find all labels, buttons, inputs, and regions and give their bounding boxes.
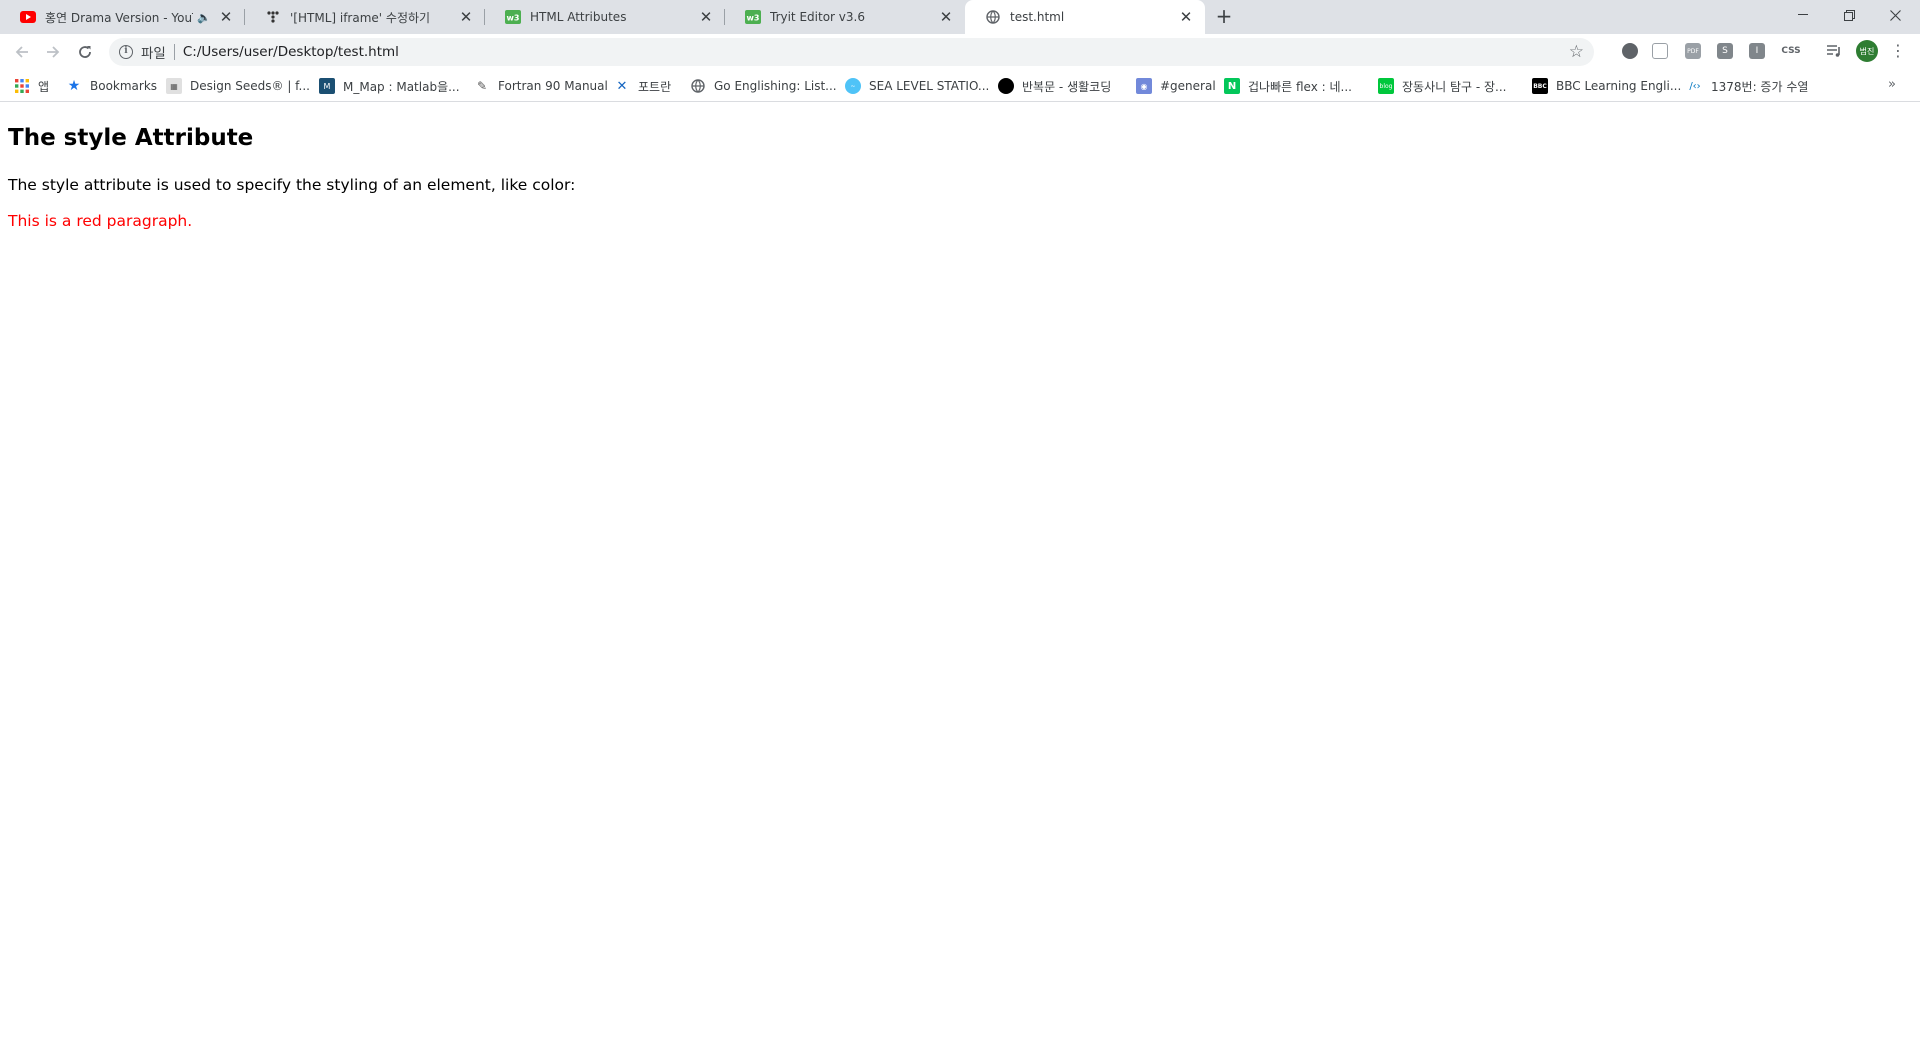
bookmark-label: Design Seeds® | f... xyxy=(190,79,310,93)
url-text[interactable]: C:/Users/user/Desktop/test.html xyxy=(183,44,399,60)
back-icon[interactable] xyxy=(10,40,34,64)
tab-title: test.html xyxy=(1010,10,1065,24)
tab-strip: 홍연 Drama Version - YouTube 🔈 ✕ '[HTML] i… xyxy=(0,0,1920,34)
bookmark-label: M_Map : Matlab을... xyxy=(343,79,460,94)
bookmark-bookmarks[interactable]: ★ Bookmarks xyxy=(66,77,157,95)
w3schools-icon: w3 xyxy=(505,9,521,25)
bookmark-label: 1378번: 증가 수열 xyxy=(1711,79,1809,94)
bookmark-star-icon[interactable]: ☆ xyxy=(1569,42,1584,62)
bookmark-sea-level[interactable]: ~ SEA LEVEL STATIO... xyxy=(845,77,989,95)
new-tab-button[interactable]: + xyxy=(1212,6,1236,28)
bookmark-label: Go Englishing: List... xyxy=(714,79,837,93)
bookmark-opentutorials[interactable]: 반복문 - 생활코딩 xyxy=(998,77,1111,95)
svg-text:w3: w3 xyxy=(747,14,760,23)
forward-icon[interactable] xyxy=(41,40,65,64)
i-extension-icon[interactable]: I xyxy=(1749,43,1765,59)
tab-test-html-active[interactable]: test.html ✕ xyxy=(965,0,1205,34)
bookmark-design-seeds[interactable]: ▦ Design Seeds® | f... xyxy=(166,77,310,95)
bookmark-label: 앱 xyxy=(38,79,50,94)
blog-icon: blog xyxy=(1378,78,1394,94)
tab-youtube[interactable]: 홍연 Drama Version - YouTube 🔈 ✕ xyxy=(0,0,245,34)
bookmark-fortran-manual[interactable]: ✎ Fortran 90 Manual xyxy=(474,77,608,95)
bookmark-discord-general[interactable]: ◉ #general xyxy=(1136,77,1216,95)
pencil-icon: ✎ xyxy=(476,79,488,93)
page-heading: The style Attribute xyxy=(8,125,254,151)
restore-icon[interactable] xyxy=(1826,0,1872,30)
bookmarks-bar: 앱 ★ Bookmarks ▦ Design Seeds® | f... M M… xyxy=(0,70,1920,102)
mmap-icon: M xyxy=(319,78,335,94)
bookmark-fortran[interactable]: ✕ 포트란 xyxy=(614,77,672,95)
bookmark-go-englishing[interactable]: Go Englishing: List... xyxy=(690,77,837,95)
fortran-icon: ✕ xyxy=(616,78,628,94)
bookmark-blog[interactable]: blog 장동사니 탐구 - 장... xyxy=(1378,77,1507,95)
bookmark-label: 겁나빠른 flex : 네... xyxy=(1248,79,1352,94)
close-icon[interactable]: ✕ xyxy=(937,8,955,26)
tistory-icon xyxy=(265,9,281,25)
bookmark-label: 포트란 xyxy=(638,79,672,94)
youtube-icon xyxy=(20,9,36,25)
naver-icon: N xyxy=(1224,78,1240,94)
info-icon[interactable]: i xyxy=(119,45,133,59)
minimize-icon[interactable] xyxy=(1780,0,1826,30)
description-paragraph: The style attribute is used to specify t… xyxy=(8,176,576,194)
bookmark-baekjoon[interactable]: /‹› 1378번: 증가 수열 xyxy=(1687,77,1808,95)
tab-html-attributes[interactable]: w3 HTML Attributes ✕ xyxy=(485,0,725,34)
close-icon[interactable]: ✕ xyxy=(697,8,715,26)
w3schools-icon: w3 xyxy=(745,9,761,25)
bookmark-label: #general xyxy=(1160,79,1216,93)
chevron-double-right-icon[interactable]: » xyxy=(1888,77,1896,92)
star-icon: ★ xyxy=(67,78,81,94)
css-extension-icon[interactable]: CSS xyxy=(1780,43,1802,59)
bookmark-bbc-learning[interactable]: BBC BBC Learning Engli... xyxy=(1532,77,1681,95)
bookmark-m-map[interactable]: M M_Map : Matlab을... xyxy=(319,77,460,95)
bookmark-label: 장동사니 탐구 - 장... xyxy=(1402,79,1507,94)
svg-text:w3: w3 xyxy=(507,14,520,23)
code-icon: /‹› xyxy=(1689,80,1701,92)
s-extension-icon[interactable]: S xyxy=(1717,43,1733,59)
globe-icon xyxy=(985,9,1001,25)
tab-tistory[interactable]: '[HTML] iframe' 수정하기 ✕ xyxy=(245,0,485,34)
red-paragraph: This is a red paragraph. xyxy=(8,212,193,230)
tab-title: Tryit Editor v3.6 xyxy=(770,10,865,24)
design-seeds-icon: ▦ xyxy=(166,78,182,94)
window-close-icon[interactable] xyxy=(1872,0,1918,30)
tab-tryit-editor[interactable]: w3 Tryit Editor v3.6 ✕ xyxy=(725,0,965,34)
omnibox-divider xyxy=(173,44,175,60)
bbc-icon: BBC xyxy=(1532,78,1548,94)
speaker-icon[interactable]: 🔈 xyxy=(197,11,211,24)
close-icon[interactable]: ✕ xyxy=(217,8,235,26)
tab-title: '[HTML] iframe' 수정하기 xyxy=(290,10,431,25)
extension-1-icon[interactable] xyxy=(1622,43,1638,59)
media-control-icon[interactable] xyxy=(1826,43,1842,59)
circle-icon xyxy=(998,78,1014,94)
bookmark-label: 반복문 - 생활코딩 xyxy=(1022,79,1112,94)
profile-avatar[interactable]: 범진 xyxy=(1856,40,1878,62)
address-bar[interactable]: i 파일 C:/Users/user/Desktop/test.html ☆ xyxy=(109,38,1594,66)
reload-icon[interactable] xyxy=(73,40,97,64)
bookmark-label: SEA LEVEL STATIO... xyxy=(869,79,990,93)
browser-toolbar: i 파일 C:/Users/user/Desktop/test.html ☆ P… xyxy=(0,34,1920,70)
close-icon[interactable]: ✕ xyxy=(457,8,475,26)
bookmark-label: BBC Learning Engli... xyxy=(1556,79,1682,93)
close-icon[interactable]: ✕ xyxy=(1177,8,1195,26)
discord-icon: ◉ xyxy=(1136,78,1152,94)
menu-kebab-icon[interactable]: ⋮ xyxy=(1890,41,1906,63)
apps-grid-icon xyxy=(14,78,30,94)
extension-2-icon[interactable] xyxy=(1652,43,1668,59)
tab-title: 홍연 Drama Version - YouTube xyxy=(45,10,193,25)
sea-level-icon: ~ xyxy=(845,78,861,94)
tab-title: HTML Attributes xyxy=(530,10,627,24)
bookmark-apps[interactable]: 앱 xyxy=(14,77,49,95)
globe-icon xyxy=(690,78,706,94)
bookmark-label: Fortran 90 Manual xyxy=(498,79,608,93)
pdf-extension-icon[interactable]: PDF xyxy=(1685,43,1701,59)
bookmark-naver-flex[interactable]: N 겁나빠른 flex : 네... xyxy=(1224,77,1352,95)
bookmark-label: Bookmarks xyxy=(90,79,158,93)
page-viewport: The style Attribute The style attribute … xyxy=(0,103,1920,1040)
scheme-label: 파일 xyxy=(141,46,166,62)
